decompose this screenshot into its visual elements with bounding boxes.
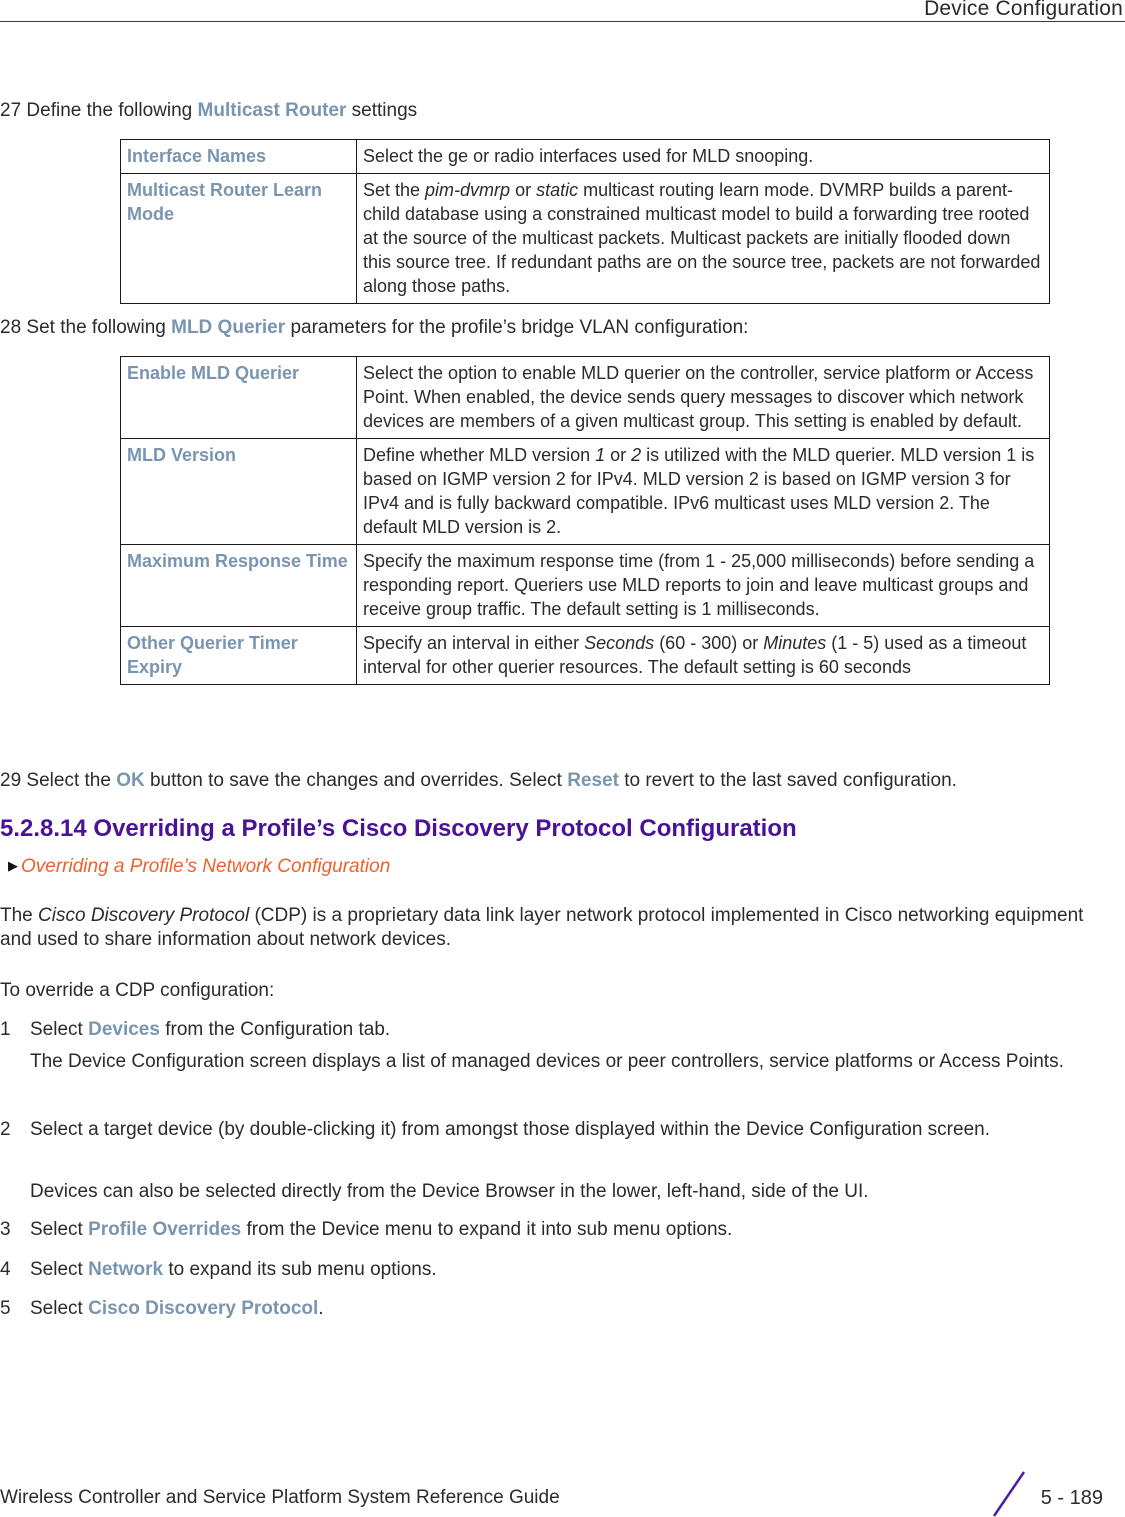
desc-italic: static — [536, 180, 579, 200]
description-cell: Select the ge or radio interfaces used f… — [356, 139, 1050, 174]
procedure-step-1: 1 Select Devices from the Configuration t… — [0, 1018, 390, 1042]
table-row: MLD Version Define whether MLD version 1… — [120, 438, 1050, 545]
ui-term: Profile Overrides — [88, 1219, 242, 1240]
step-text: parameters for the profile’s bridge VLAN… — [290, 317, 749, 338]
mld-querier-table: Enable MLD Querier Select the option to … — [120, 356, 1050, 685]
step-text: Define the following — [26, 100, 193, 121]
procedure-step-2: 2 Select a target device (by double-clic… — [0, 1118, 1100, 1142]
table-row: Other Querier Timer Expiry Specify an in… — [120, 626, 1050, 685]
desc-text: or — [510, 180, 537, 200]
ui-term: MLD Querier — [171, 317, 286, 338]
step-number: 28 — [0, 317, 22, 338]
term-cell: MLD Version — [120, 438, 357, 545]
step-number: 3 — [0, 1219, 11, 1240]
description-cell: Define whether MLD version 1 or 2 is uti… — [356, 438, 1050, 545]
description-cell: Specify an interval in either Seconds (6… — [356, 626, 1050, 685]
step-27: 27 Define the following Multicast Router… — [0, 99, 417, 123]
step-text: Set the following — [26, 317, 166, 338]
table-row: Interface Names Select the ge or radio i… — [120, 139, 1050, 174]
step-text: . — [318, 1298, 324, 1319]
step-number: 2 — [0, 1119, 11, 1140]
procedure-step-5: 5 Select Cisco Discovery Protocol. — [0, 1297, 324, 1321]
multicast-router-table: Interface Names Select the ge or radio i… — [120, 139, 1050, 304]
desc-text: Define whether MLD version — [363, 445, 596, 465]
footer-guide-title: Wireless Controller and Service Platform… — [0, 1487, 560, 1508]
step-number: 27 — [0, 100, 22, 121]
desc-italic: 2 — [631, 445, 642, 465]
step-number: 5 — [0, 1298, 11, 1319]
term-cell: Interface Names — [120, 139, 357, 174]
step-text: from the Device menu to expand it into s… — [246, 1219, 733, 1240]
xref-text[interactable]: Overriding a Profile’s Network Configura… — [21, 856, 390, 877]
step-text: Select — [30, 1259, 83, 1280]
ui-term: Network — [88, 1259, 164, 1280]
step-text: Select — [30, 1219, 83, 1240]
term-cell: Maximum Response Time — [120, 544, 357, 627]
intro-italic: Cisco Discovery Protocol — [38, 905, 250, 926]
step-1-note: The Device Configuration screen displays… — [30, 1051, 1064, 1072]
step-text: button to save the changes and overrides… — [149, 770, 562, 791]
step-text: to expand its sub menu options. — [168, 1259, 437, 1280]
header-rule — [0, 21, 1125, 22]
desc-text: (60 - 300) or — [654, 633, 764, 653]
step-text: from the Configuration tab. — [165, 1019, 391, 1040]
step-text: to revert to the last saved configuratio… — [624, 770, 957, 791]
term-cell: Other Querier Timer Expiry — [120, 626, 357, 685]
step-text: Select — [30, 1019, 83, 1040]
reset-button-term: Reset — [567, 770, 619, 791]
step-number: 4 — [0, 1259, 11, 1280]
procedure-lead: To override a CDP configuration: — [0, 980, 275, 1001]
running-header-title: Device Configuration — [924, 0, 1123, 20]
term-cell: Enable MLD Querier — [120, 356, 357, 439]
step-29: 29 Select the OK button to save the chan… — [0, 769, 957, 793]
procedure-step-4: 4 Select Network to expand its sub menu o… — [0, 1258, 437, 1282]
ok-button-term: OK — [116, 770, 145, 791]
step-text: Select a target device (by double-clicki… — [30, 1119, 990, 1140]
table-row: Maximum Response Time Specify the maximu… — [120, 544, 1050, 627]
intro-text: The — [0, 905, 39, 926]
term-cell: Multicast Router Learn Mode — [120, 173, 357, 304]
ui-term: Cisco Discovery Protocol — [88, 1298, 319, 1319]
page-number: 5 - 189 — [1040, 1487, 1103, 1509]
footer-slash-divider — [992, 1471, 1026, 1517]
step-2-note: Devices can also be selected directly fr… — [30, 1181, 869, 1202]
description-cell: Select the option to enable MLD querier … — [356, 356, 1050, 439]
step-text: Select the — [26, 770, 111, 791]
step-number: 29 — [0, 770, 22, 791]
step-28: 28 Set the following MLD Querier paramet… — [0, 316, 748, 340]
section-heading: 5.2.8.14 Overriding a Profile’s Cisco Di… — [0, 815, 797, 842]
desc-text: Set the — [363, 180, 426, 200]
step-number: 1 — [0, 1019, 11, 1040]
description-cell: Specify the maximum response time (from … — [356, 544, 1050, 627]
desc-italic: Minutes — [763, 633, 827, 653]
desc-italic: pim-dvmrp — [425, 180, 511, 200]
intro-paragraph: The Cisco Discovery Protocol (CDP) is a … — [0, 904, 1090, 952]
desc-italic: 1 — [595, 445, 606, 465]
table-row: Enable MLD Querier Select the option to … — [120, 356, 1050, 439]
desc-italic: Seconds — [584, 633, 655, 653]
desc-text: or — [605, 445, 632, 465]
cross-reference-link[interactable]: ▶ Overriding a Profile’s Network Configur… — [8, 856, 390, 878]
table-row: Multicast Router Learn Mode Set the pim-… — [120, 173, 1050, 304]
triangle-right-icon: ▶ — [8, 858, 18, 873]
step-text: settings — [351, 100, 418, 121]
ui-term: Devices — [88, 1019, 160, 1040]
desc-text: Specify an interval in either — [363, 633, 585, 653]
step-text: Select — [30, 1298, 83, 1319]
description-cell: Set the pim-dvmrp or static multicast ro… — [356, 173, 1050, 304]
procedure-step-3: 3 Select Profile Overrides from the Devic… — [0, 1218, 732, 1242]
ui-term: Multicast Router — [197, 100, 347, 121]
